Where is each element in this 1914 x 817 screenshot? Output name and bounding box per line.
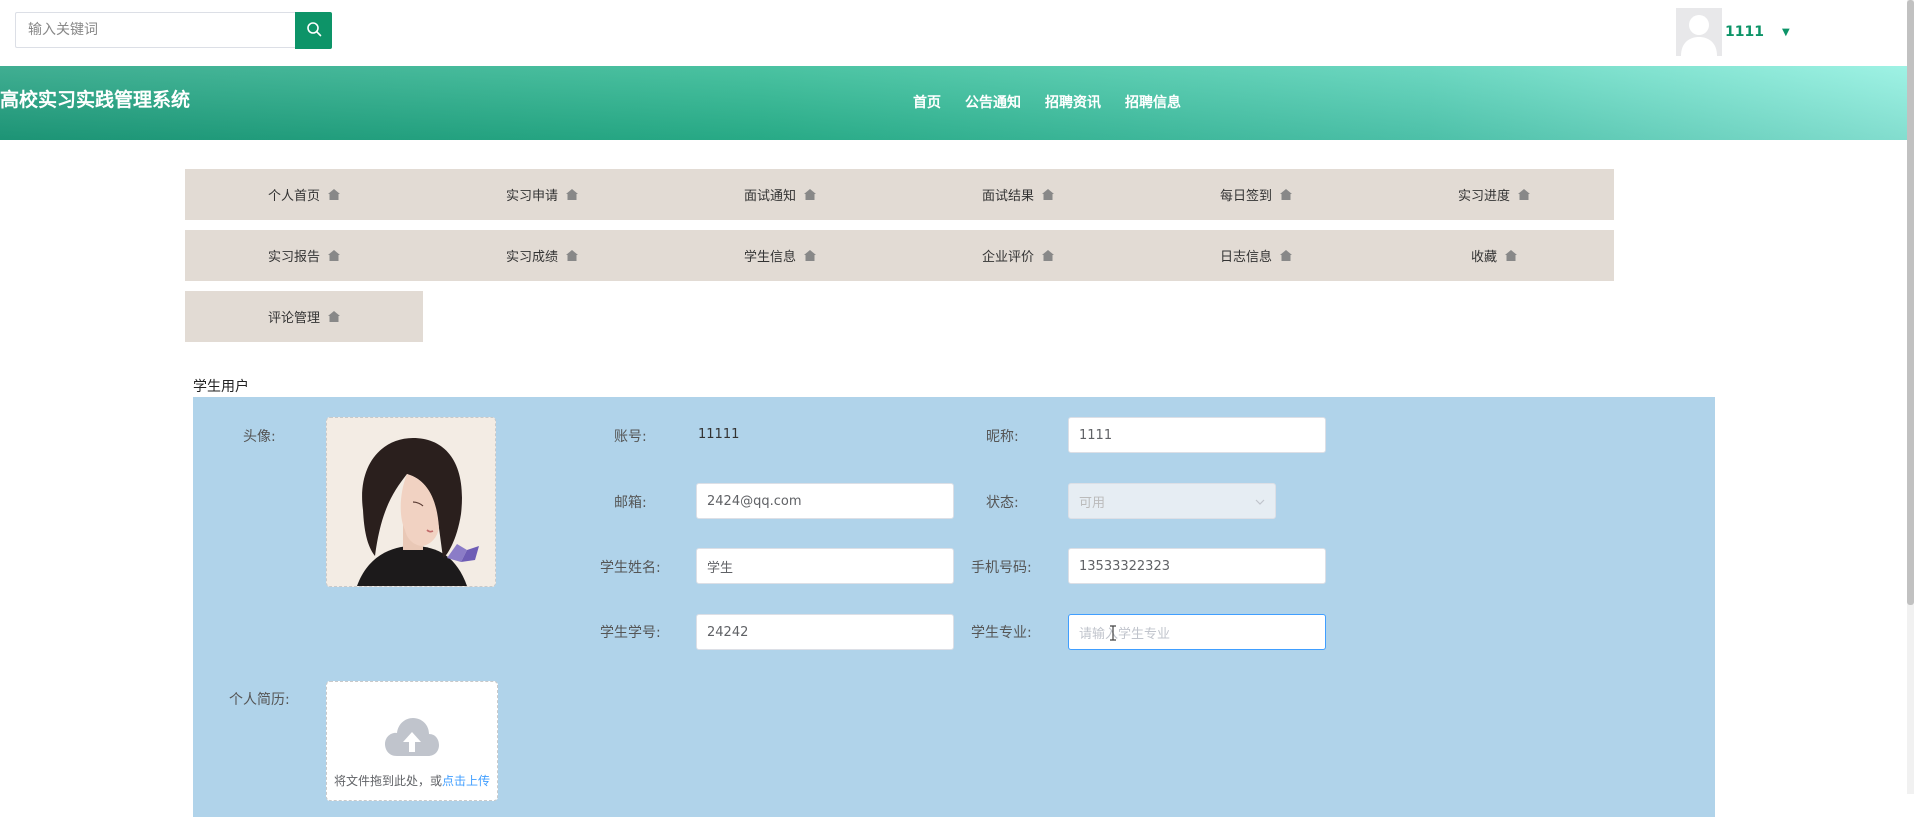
scrollbar-thumb[interactable]	[1907, 0, 1914, 605]
menu-item-internship-progress[interactable]: 实习进度	[1375, 169, 1613, 220]
menu-item-comment-manage[interactable]: 评论管理	[185, 291, 423, 342]
home-icon	[566, 250, 578, 261]
major-field[interactable]: 请输入学生专业	[1068, 614, 1326, 650]
phone-value: 13533322323	[1079, 558, 1170, 574]
status-value: 可用	[1079, 495, 1106, 511]
menu-item-personal-home[interactable]: 个人首页	[185, 169, 423, 220]
avatar-uploader[interactable]	[326, 417, 496, 587]
home-icon	[1042, 189, 1054, 200]
chevron-down-icon	[1255, 494, 1265, 509]
home-icon	[1042, 250, 1054, 261]
menu-item-log-info[interactable]: 日志信息	[1137, 230, 1375, 281]
menu-item-label: 面试通知	[743, 189, 796, 204]
student-name-value: 学生	[707, 560, 734, 576]
nickname-label: 昵称:	[986, 429, 1019, 445]
menu-item-interview-result[interactable]: 面试结果	[899, 169, 1137, 220]
home-icon	[566, 189, 578, 200]
menu-item-label: 学生信息	[743, 250, 796, 265]
search-bar	[15, 12, 332, 49]
menu-item-internship-score[interactable]: 实习成绩	[423, 230, 661, 281]
search-icon	[306, 21, 322, 40]
user-menu[interactable]: 1111 ▼	[1676, 8, 1790, 56]
status-select: 可用	[1068, 483, 1276, 519]
menu-item-student-info[interactable]: 学生信息	[661, 230, 899, 281]
student-no-field[interactable]: 24242	[696, 614, 954, 650]
student-name-label: 学生姓名:	[600, 560, 661, 576]
email-field[interactable]: 2424@qq.com	[696, 483, 954, 519]
student-no-label: 学生学号:	[600, 625, 661, 641]
phone-label: 手机号码:	[971, 560, 1032, 576]
home-icon	[1280, 189, 1292, 200]
menu-item-label: 实习成绩	[505, 250, 558, 265]
page-scrollbar[interactable]	[1907, 0, 1914, 794]
nav-item-home[interactable]: 首页	[913, 92, 941, 112]
menu-item-label: 收藏	[1470, 250, 1497, 265]
avatar-label: 头像:	[243, 429, 276, 445]
nav-item-recruit-info[interactable]: 招聘信息	[1125, 92, 1181, 112]
menu-item-label: 实习申请	[505, 189, 558, 204]
menu-row-2: 实习报告 实习成绩 学生信息 企业评价 日志信息 收藏	[185, 230, 1614, 281]
nickname-field[interactable]: 1111	[1068, 417, 1326, 453]
menu-item-daily-checkin[interactable]: 每日签到	[1137, 169, 1375, 220]
home-icon	[328, 250, 340, 261]
avatar-photo	[327, 418, 495, 586]
menu-row-1: 个人首页 实习申请 面试通知 面试结果 每日签到 实习进度	[185, 169, 1614, 220]
student-name-field[interactable]: 学生	[696, 548, 954, 584]
menu-item-company-review[interactable]: 企业评价	[899, 230, 1137, 281]
upload-link[interactable]: 点击上传	[442, 774, 490, 788]
menu-item-label: 每日签到	[1219, 189, 1272, 204]
home-icon	[1518, 189, 1530, 200]
menu-item-label: 实习报告	[267, 250, 320, 265]
menu-item-label: 实习进度	[1457, 189, 1510, 204]
menu-item-label: 面试结果	[981, 189, 1034, 204]
menu-row-3: 评论管理	[185, 291, 423, 342]
main-nav: 首页 公告通知 招聘资讯 招聘信息	[913, 92, 1205, 112]
resume-label: 个人简历:	[229, 692, 290, 708]
email-label: 邮箱:	[614, 495, 647, 511]
status-label: 状态:	[986, 495, 1019, 511]
menu-item-label: 日志信息	[1219, 250, 1272, 265]
home-icon	[804, 250, 816, 261]
upload-hint-text: 将文件拖到此处，或	[333, 774, 442, 788]
phone-field[interactable]: 13533322323	[1068, 548, 1326, 584]
search-button[interactable]	[295, 12, 332, 49]
student-no-value: 24242	[707, 624, 749, 640]
nav-item-recruit-news[interactable]: 招聘资讯	[1045, 92, 1101, 112]
menu-item-label: 企业评价	[981, 250, 1034, 265]
menu-item-interview-notice[interactable]: 面试通知	[661, 169, 899, 220]
account-value: 11111	[698, 427, 740, 442]
major-placeholder: 请输入学生专业	[1079, 626, 1171, 642]
site-title: 高校实习实践管理系统	[0, 89, 191, 111]
cloud-upload-icon	[383, 716, 441, 764]
home-icon	[804, 189, 816, 200]
account-label: 账号:	[614, 429, 647, 445]
menu-item-label: 个人首页	[267, 189, 320, 204]
menu-item-internship-apply[interactable]: 实习申请	[423, 169, 661, 220]
nav-item-notices[interactable]: 公告通知	[965, 92, 1021, 112]
menu-item-internship-report[interactable]: 实习报告	[185, 230, 423, 281]
menu-item-label: 评论管理	[267, 311, 320, 326]
user-name[interactable]: 1111	[1725, 24, 1764, 40]
site-header: 高校实习实践管理系统 首页 公告通知 招聘资讯 招聘信息	[0, 66, 1907, 140]
major-label: 学生专业:	[971, 625, 1032, 641]
home-icon	[1280, 250, 1292, 261]
email-value: 2424@qq.com	[707, 493, 802, 509]
text-cursor-icon	[1109, 625, 1117, 645]
home-icon	[1505, 250, 1517, 261]
home-icon	[328, 311, 340, 322]
section-title: 学生用户	[193, 379, 249, 395]
menu-item-favorites[interactable]: 收藏	[1375, 230, 1613, 281]
home-icon	[328, 189, 340, 200]
upload-hint: 将文件拖到此处，或点击上传	[334, 772, 490, 789]
avatar[interactable]	[1676, 8, 1722, 56]
resume-uploader[interactable]: 将文件拖到此处，或点击上传	[326, 681, 498, 801]
user-avatar-icon	[1681, 15, 1717, 56]
caret-down-icon[interactable]: ▼	[1782, 27, 1790, 38]
search-input[interactable]	[15, 12, 295, 48]
nickname-value: 1111	[1079, 427, 1113, 443]
